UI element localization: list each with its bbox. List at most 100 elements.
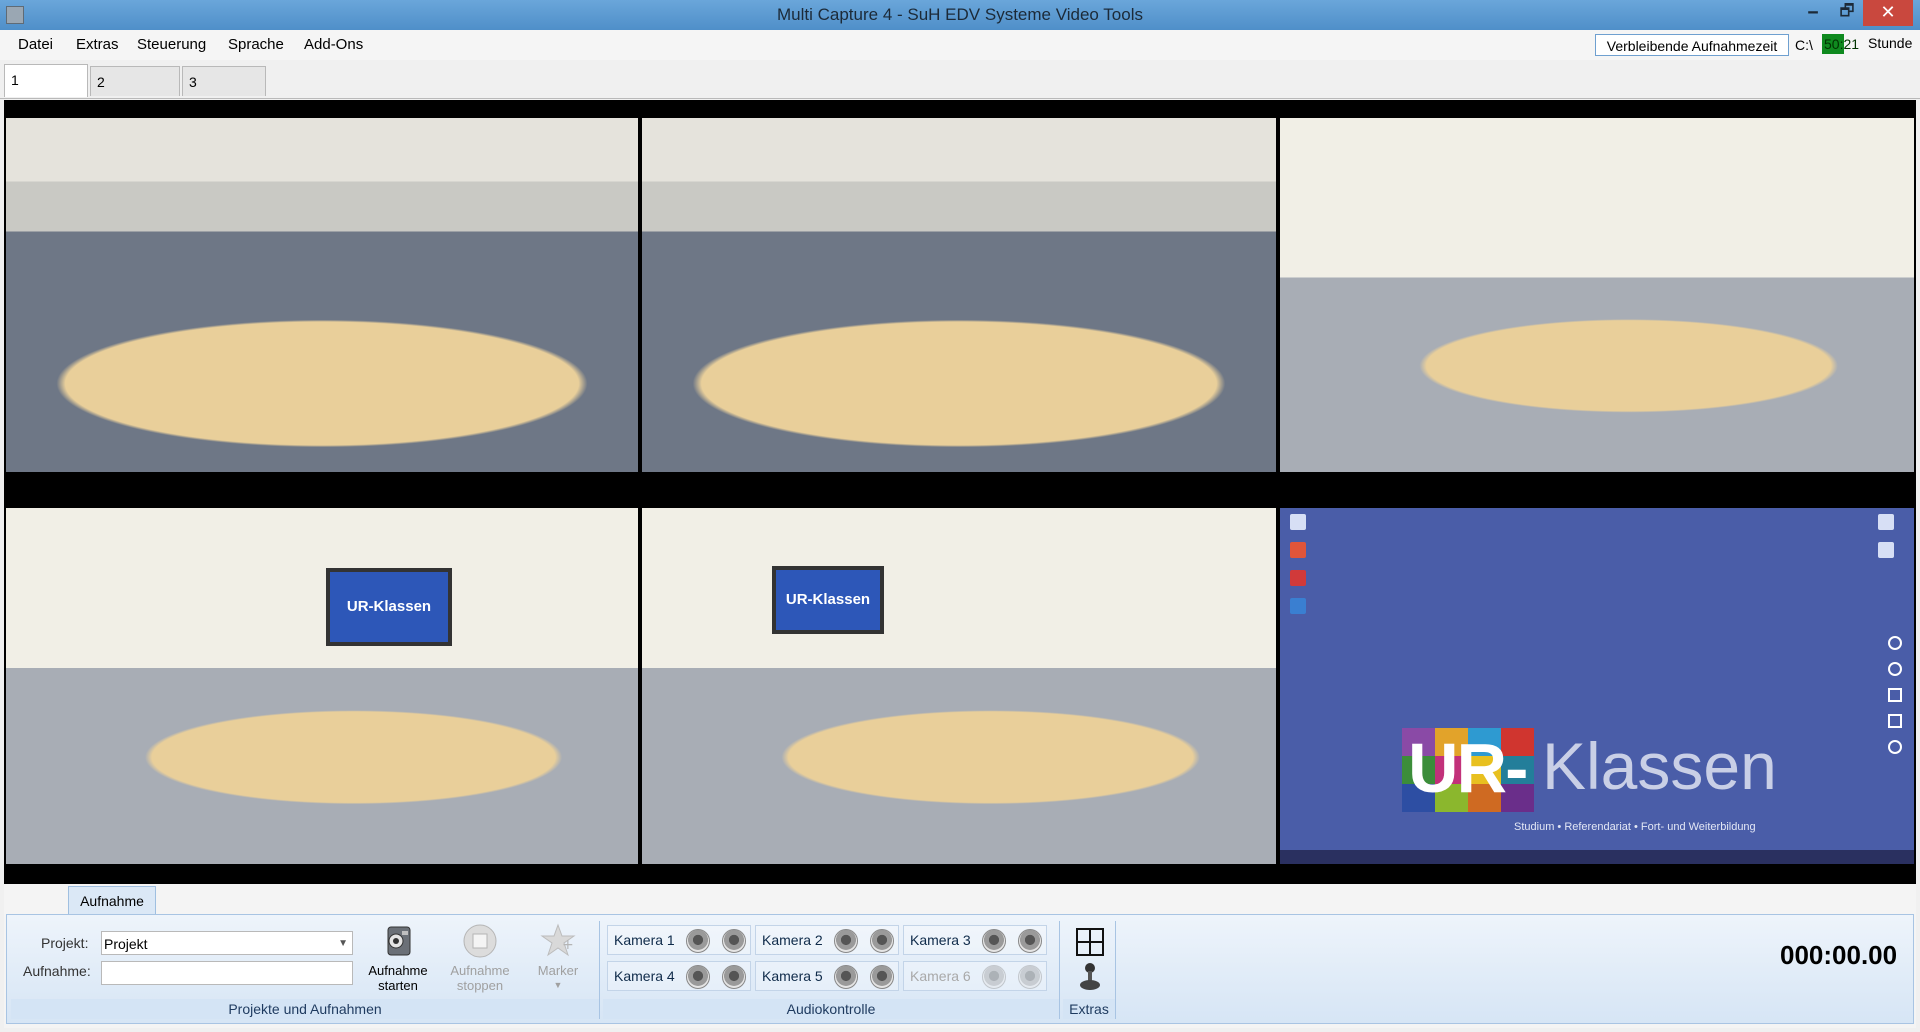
minimize-button[interactable]: 🗕 xyxy=(1795,0,1831,26)
start-recording-button[interactable]: Aufnahme starten xyxy=(363,923,433,993)
menu-steuerung[interactable]: Steuerung xyxy=(137,36,206,53)
desktop-app-icon xyxy=(1878,542,1894,558)
remaining-time-unit: Stunde xyxy=(1868,35,1913,51)
start-label-line2: starten xyxy=(378,978,418,993)
ribbon: Aufnahme Projekt: Projekt ▼ Aufnahme: Au… xyxy=(4,884,1916,1028)
audio-camera-2: Kamera 2 xyxy=(755,925,899,955)
audio-knob-icon[interactable] xyxy=(834,965,858,989)
drive-label: C:\ xyxy=(1795,37,1813,53)
audio-knob-icon[interactable] xyxy=(722,965,746,989)
menu-datei[interactable]: Datei xyxy=(18,36,53,53)
group-audio-caption: Audiokontrolle xyxy=(603,999,1059,1019)
project-select[interactable]: Projekt ▼ xyxy=(101,931,353,955)
camera-name: Kamera 2 xyxy=(762,932,823,948)
chevron-down-icon: ▼ xyxy=(553,980,563,990)
audio-knob-icon xyxy=(1018,965,1042,989)
menu-sprache[interactable]: Sprache xyxy=(228,36,284,53)
camera-name: Kamera 6 xyxy=(910,968,971,984)
logo-klassen-text: Klassen xyxy=(1542,729,1777,803)
audio-knob-icon xyxy=(982,965,1006,989)
audio-knob-icon[interactable] xyxy=(982,929,1006,953)
camera-feed-5[interactable]: UR-Klassen xyxy=(642,508,1276,864)
remaining-time-value: 50:21 xyxy=(1822,34,1860,54)
camera-name: Kamera 5 xyxy=(762,968,823,984)
audio-camera-5: Kamera 5 xyxy=(755,961,899,991)
share-icon xyxy=(1888,662,1902,676)
camera-image-3 xyxy=(1280,118,1914,472)
camera-image-5 xyxy=(642,508,1276,864)
project-select-value: Projekt xyxy=(104,936,148,952)
close-button[interactable]: ✕ xyxy=(1863,0,1913,26)
marker-button[interactable]: + Marker ▼ xyxy=(523,923,593,993)
grid-layout-icon[interactable] xyxy=(1075,927,1105,957)
menu-add-ons[interactable]: Add-Ons xyxy=(304,36,363,53)
audio-knob-icon[interactable] xyxy=(686,965,710,989)
camera-name: Kamera 3 xyxy=(910,932,971,948)
audio-knob-icon[interactable] xyxy=(834,929,858,953)
marker-label: Marker xyxy=(537,963,579,978)
desktop-app-icon xyxy=(1290,542,1306,558)
camera-feed-1[interactable] xyxy=(6,118,638,472)
stop-label-line1: Aufnahme xyxy=(450,963,510,978)
maximize-button[interactable]: 🗗 xyxy=(1829,0,1865,26)
audio-knob-icon[interactable] xyxy=(870,965,894,989)
logo-tagline: Studium • Referendariat • Fort- und Weit… xyxy=(1514,821,1756,833)
camera-image-2 xyxy=(642,118,1276,472)
desktop-capture: UR- Klassen Studium • Referendariat • Fo… xyxy=(1280,508,1914,864)
camera-image-1 xyxy=(6,118,638,472)
window-title: Multi Capture 4 - SuH EDV Systeme Video … xyxy=(777,5,1143,24)
audio-camera-1: Kamera 1 xyxy=(607,925,751,955)
recording-timer: 000:00.00 xyxy=(1780,940,1898,970)
recording-name-input[interactable] xyxy=(101,961,353,985)
title-bar: Multi Capture 4 - SuH EDV Systeme Video … xyxy=(0,0,1920,30)
audio-camera-6: Kamera 6 xyxy=(903,961,1047,991)
main-tabs: 1 Aufnahme 2 Anschauen 3 Ausgeben xyxy=(0,64,1920,120)
classroom-display: UR-Klassen xyxy=(772,566,884,634)
camera-image-4 xyxy=(6,508,638,864)
recycle-bin-icon xyxy=(1290,514,1306,530)
ribbon-body: Projekt: Projekt ▼ Aufnahme: Aufnahme st… xyxy=(6,914,1914,1024)
windows-taskbar xyxy=(1280,850,1914,864)
stop-label-line2: stoppen xyxy=(456,978,504,993)
group-extras: Extras xyxy=(1063,921,1116,1019)
recording-label: Aufnahme: xyxy=(23,963,91,979)
desktop-app-icon xyxy=(1290,598,1306,614)
tab-aufnahme[interactable]: 1 Aufnahme xyxy=(4,64,88,118)
start-label-line1: Aufnahme xyxy=(368,963,428,978)
project-label: Projekt: xyxy=(41,935,89,951)
remaining-time-label: Verbleibende Aufnahmezeit xyxy=(1595,34,1789,56)
audio-knob-icon[interactable] xyxy=(870,929,894,953)
classroom-display: UR-Klassen xyxy=(326,568,452,646)
joystick-icon[interactable] xyxy=(1077,961,1103,991)
camera-name: Kamera 1 xyxy=(614,932,675,948)
logo-ur-text: UR- xyxy=(1408,729,1528,807)
camera-feed-4[interactable]: UR-Klassen xyxy=(6,508,638,864)
group-extras-caption: Extras xyxy=(1063,999,1115,1019)
video-grid: UR-Klassen UR-Klassen UR- Klassen Studiu… xyxy=(4,100,1916,884)
group-projects: Projekt: Projekt ▼ Aufnahme: Aufnahme st… xyxy=(11,921,600,1019)
desktop-app-icon xyxy=(1878,514,1894,530)
audio-camera-3: Kamera 3 xyxy=(903,925,1047,955)
svg-text:+: + xyxy=(562,937,574,953)
group-projects-caption: Projekte und Aufnahmen xyxy=(11,999,599,1019)
audio-camera-4: Kamera 4 xyxy=(607,961,751,991)
desktop-app-icon xyxy=(1290,570,1306,586)
audio-knob-icon[interactable] xyxy=(1018,929,1042,953)
tab-anschauen[interactable]: 2 Anschauen xyxy=(90,66,180,120)
screen-capture-feed[interactable]: UR- Klassen Studium • Referendariat • Fo… xyxy=(1280,508,1914,864)
camera-feed-2[interactable] xyxy=(642,118,1276,472)
chevron-down-icon: ▼ xyxy=(338,938,348,949)
group-audio: Kamera 1 Kamera 2 Kamera 3 Kamera 4 Kame xyxy=(603,921,1060,1019)
camera-feed-3[interactable] xyxy=(1280,118,1914,472)
ribbon-tab-aufnahme[interactable]: Aufnahme xyxy=(68,886,156,914)
tab-ausgeben[interactable]: 3 Ausgeben xyxy=(182,66,266,120)
stop-icon xyxy=(462,923,498,959)
menu-extras[interactable]: Extras xyxy=(76,36,119,53)
audio-knob-icon[interactable] xyxy=(722,929,746,953)
stop-recording-button[interactable]: Aufnahme stoppen xyxy=(445,923,515,993)
star-plus-icon: + xyxy=(540,923,576,959)
devices-icon xyxy=(1888,714,1902,728)
audio-knob-icon[interactable] xyxy=(686,929,710,953)
windows-icon xyxy=(1888,688,1902,702)
search-icon xyxy=(1888,636,1902,650)
